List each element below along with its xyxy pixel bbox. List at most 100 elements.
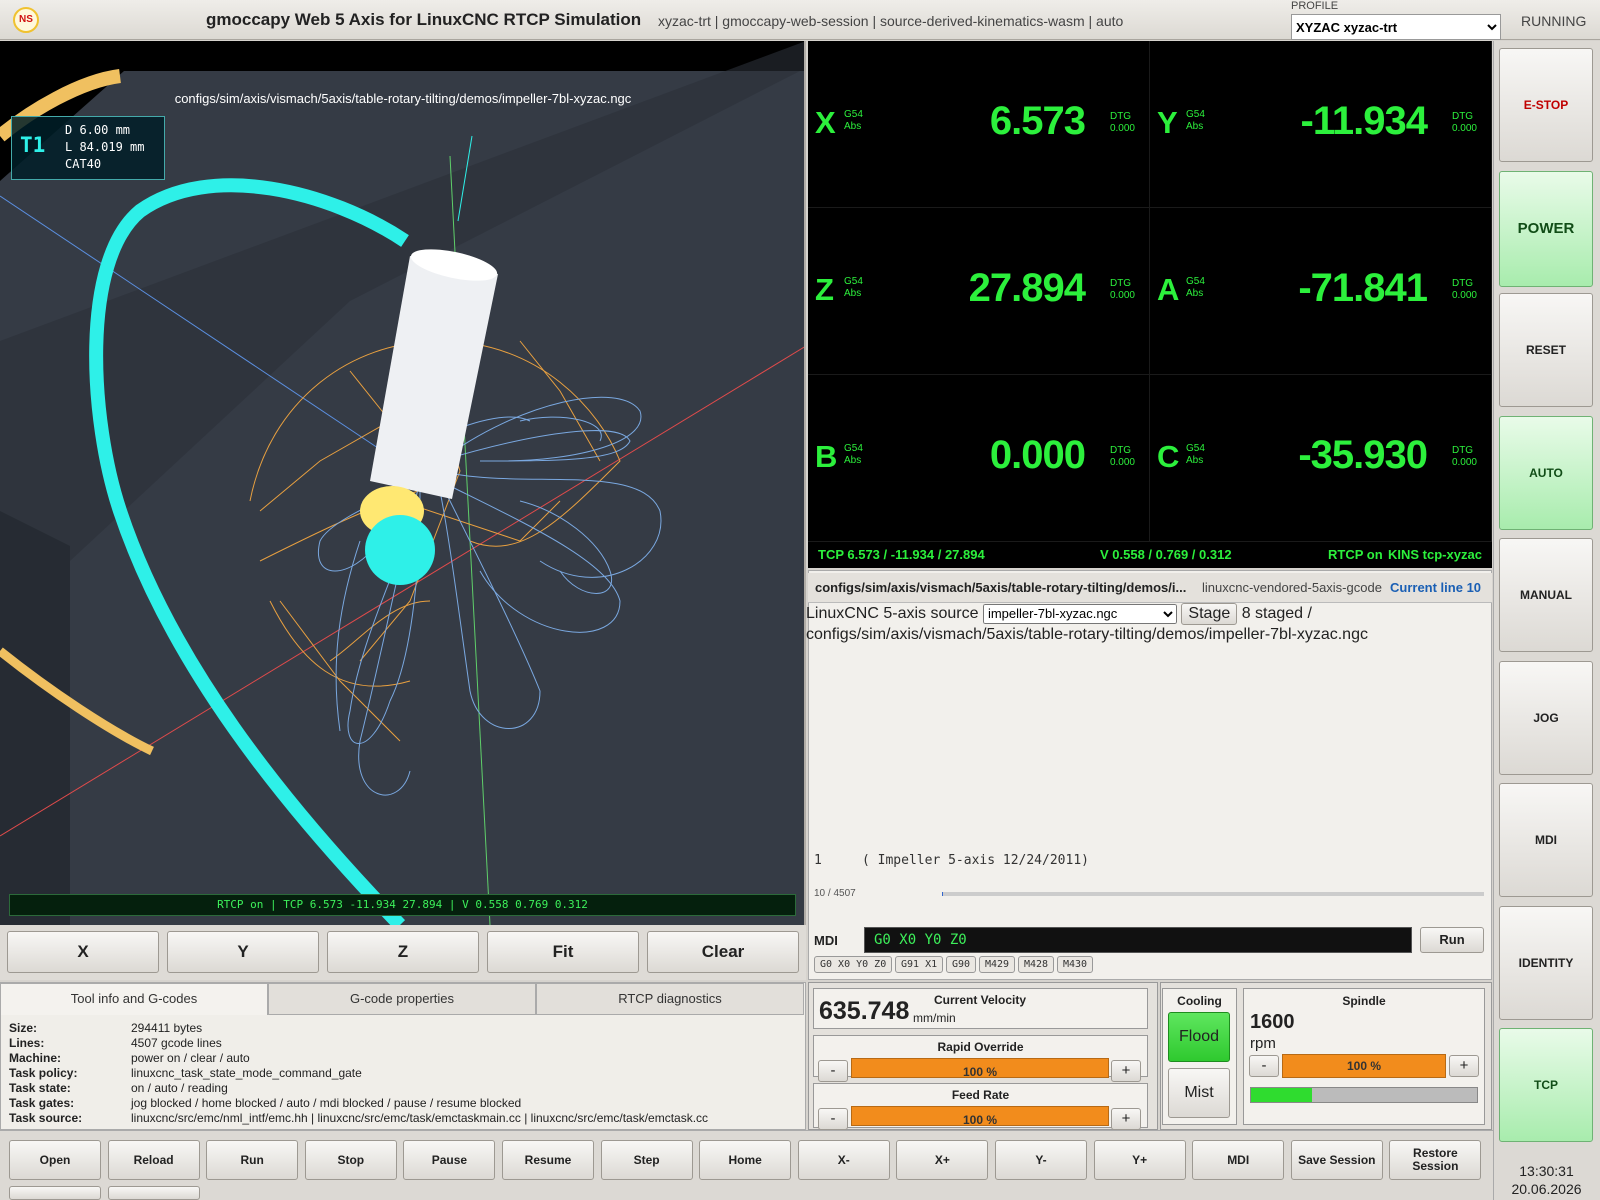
action-x--button[interactable]: X- — [797, 1140, 890, 1180]
mdi-run-button[interactable]: Run — [1420, 927, 1484, 953]
dro-value[interactable]: 0.000 — [990, 433, 1086, 478]
dro-cs-name: G54 — [844, 109, 863, 120]
tool-diameter: D 6.00 mm — [65, 123, 131, 137]
rapid-override-minus-button[interactable]: - — [818, 1060, 848, 1082]
mdi-chip[interactable]: G0 X0 Y0 Z0 — [814, 956, 893, 973]
view-z-button[interactable]: Z — [327, 931, 479, 973]
dro-dtg-value: 0.000 — [1109, 457, 1135, 468]
mdi-chip[interactable]: M430 — [1057, 956, 1094, 973]
info-value: linuxcnc/src/emc/nml_intf/emc.hh | linux… — [131, 1111, 709, 1125]
dro-dtg-value: 0.000 — [1451, 123, 1477, 134]
velocity-box: 635.748 mm/min Current Velocity — [813, 988, 1148, 1029]
sidebar-reset-button[interactable]: RESET — [1499, 293, 1593, 407]
action-restore-session-button[interactable]: Restore Session — [1389, 1140, 1482, 1180]
info-tab[interactable]: RTCP diagnostics — [536, 983, 804, 1015]
extra-action-button[interactable] — [9, 1186, 101, 1200]
view-y-button[interactable]: Y — [167, 931, 319, 973]
sidebar-power-button[interactable]: POWER — [1499, 170, 1593, 287]
action-run-button[interactable]: Run — [206, 1140, 299, 1180]
sidebar-auto-button[interactable]: AUTO — [1499, 415, 1593, 530]
clock: 13:30:31 20.06.2026 — [1493, 1162, 1600, 1198]
action-y--button[interactable]: Y- — [995, 1140, 1087, 1180]
clock-time: 13:30:31 — [1519, 1163, 1574, 1179]
action-save-session-button[interactable]: Save Session — [1290, 1140, 1383, 1180]
dro-dtg-value: 0.000 — [1451, 457, 1477, 468]
dro-axis-letter: X — [815, 105, 836, 140]
mdi-input[interactable]: G0 X0 Y0 Z0 — [864, 927, 1412, 953]
dro-value[interactable]: -71.841 — [1298, 266, 1428, 311]
info-key: Lines: — [9, 1036, 45, 1050]
spindle-load-bar — [1250, 1087, 1478, 1103]
sidebar-e-stop-button[interactable]: E-STOP — [1499, 48, 1593, 162]
action-y--button[interactable]: Y+ — [1093, 1140, 1186, 1180]
source-file-select[interactable]: impeller-7bl-xyzac.ngc — [982, 603, 1177, 624]
feed-rate-slider[interactable]: 100 % — [851, 1106, 1109, 1126]
dro-dtg: DTG 0.000 — [1110, 111, 1135, 135]
dro-cs-mode: Abs — [1186, 455, 1204, 466]
feed-rate-plus-button[interactable]: + — [1111, 1108, 1141, 1130]
sidebar-manual-button[interactable]: MANUAL — [1499, 538, 1593, 652]
gcode-progress-fill — [942, 892, 944, 896]
mist-button[interactable]: Mist — [1168, 1068, 1230, 1118]
table-edge — [0, 511, 70, 925]
dro-dtg-value: 0.000 — [1109, 123, 1135, 134]
action-stop-button[interactable]: Stop — [304, 1140, 397, 1180]
spindle-minus-button[interactable]: - — [1249, 1055, 1279, 1077]
mdi-chip[interactable]: G90 — [946, 956, 977, 973]
3d-viewport[interactable]: configs/sim/axis/vismach/5axis/table-rot… — [0, 41, 806, 925]
flood-button[interactable]: Flood — [1168, 1012, 1230, 1062]
action-home-button[interactable]: Home — [699, 1140, 792, 1180]
gcode-line-number: 1 — [814, 853, 822, 868]
mdi-chip[interactable]: M428 — [1018, 956, 1055, 973]
info-key: Task source: — [9, 1111, 83, 1125]
dro-value[interactable]: -35.930 — [1298, 433, 1428, 478]
feed-rate-minus-button[interactable]: - — [818, 1108, 848, 1130]
dro-axis-a: A G54 Abs -71.841 DTG 0.000 — [1150, 208, 1492, 375]
gcode-line-text[interactable]: ( Impeller 5-axis 12/24/2011) — [862, 853, 1089, 868]
action-reload-button[interactable]: Reload — [107, 1140, 200, 1180]
info-tab[interactable]: Tool info and G-codes — [0, 983, 268, 1015]
view-x-button[interactable]: X — [7, 931, 159, 973]
spindle-override-slider[interactable]: 100 % — [1282, 1054, 1446, 1078]
dro-coord-system: G54 Abs — [844, 109, 863, 133]
dro-footer-velocity: V 0.558 / 0.769 / 0.312 — [1100, 547, 1232, 562]
spindle-load-fill — [1251, 1088, 1313, 1102]
rapid-override-plus-button[interactable]: + — [1111, 1060, 1141, 1082]
spindle-plus-button[interactable]: + — [1449, 1055, 1479, 1077]
sidebar-tcp-button[interactable]: TCP — [1499, 1028, 1593, 1142]
sidebar-jog-button[interactable]: JOG — [1499, 660, 1593, 775]
rapid-override-slider[interactable]: 100 % — [851, 1058, 1109, 1078]
action-resume-button[interactable]: Resume — [502, 1140, 594, 1180]
mdi-chip[interactable]: G91 X1 — [895, 956, 944, 973]
mdi-chip[interactable]: M429 — [979, 956, 1016, 973]
info-value: on / auto / reading — [131, 1081, 228, 1095]
action-mdi-button[interactable]: MDI — [1192, 1140, 1285, 1180]
action-open-button[interactable]: Open — [9, 1140, 101, 1180]
dro-coord-system: G54 Abs — [1186, 443, 1205, 467]
dro-value[interactable]: 27.894 — [969, 266, 1086, 311]
dro-value[interactable]: 6.573 — [990, 99, 1086, 144]
info-tab[interactable]: G-code properties — [268, 983, 536, 1015]
profile-select[interactable]: XYZAC xyzac-trt — [1291, 14, 1501, 40]
source-picker-row: LinuxCNC 5-axis source impeller-7bl-xyza… — [806, 603, 1490, 645]
dro-cs-mode: Abs — [1186, 121, 1204, 132]
action-x--button[interactable]: X+ — [896, 1140, 989, 1180]
dro-axis-b: B G54 Abs 0.000 DTG 0.000 — [808, 375, 1150, 542]
view-clear-button[interactable]: Clear — [647, 931, 799, 973]
info-key: Task gates: — [9, 1096, 75, 1110]
dro-value[interactable]: -11.934 — [1301, 99, 1428, 144]
gcode-progress-text: 10 / 4507 — [814, 888, 856, 899]
info-key: Task policy: — [9, 1066, 78, 1080]
action-pause-button[interactable]: Pause — [403, 1140, 496, 1180]
sidebar-identity-button[interactable]: IDENTITY — [1499, 905, 1593, 1020]
dro-footer-kins: KINS tcp-xyzac — [1388, 547, 1482, 562]
view-fit-button[interactable]: Fit — [487, 931, 639, 973]
extra-action-button[interactable] — [108, 1186, 200, 1200]
stage-button[interactable]: Stage — [1181, 603, 1238, 625]
info-value: jog blocked / home blocked / auto / mdi … — [131, 1096, 522, 1110]
dro-axis-letter: A — [1157, 272, 1180, 307]
dro-dtg-value: 0.000 — [1109, 290, 1135, 301]
sidebar-mdi-button[interactable]: MDI — [1499, 783, 1593, 897]
action-step-button[interactable]: Step — [600, 1140, 693, 1180]
dro-axis-letter: C — [1157, 439, 1180, 474]
